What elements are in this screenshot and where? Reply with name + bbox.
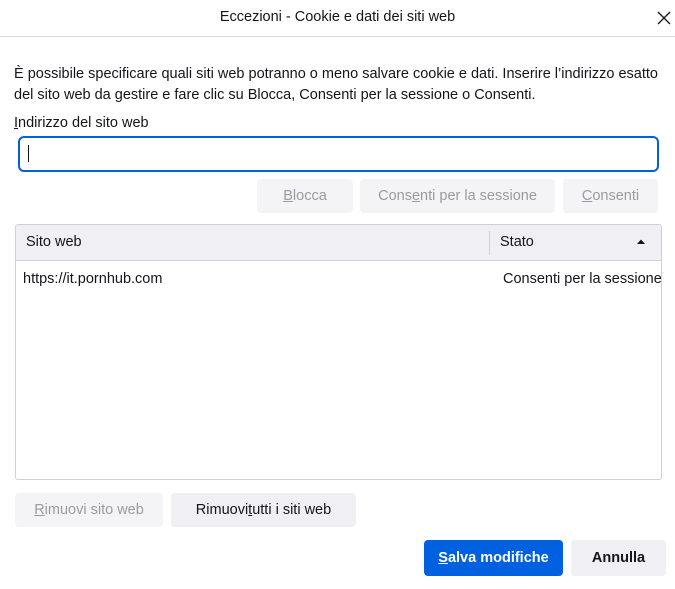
table-header: Sito web Stato	[16, 225, 661, 261]
save-changes-button[interactable]: Salva modifiche	[424, 540, 563, 576]
column-header-site[interactable]: Sito web	[26, 234, 82, 250]
column-divider[interactable]	[489, 231, 490, 255]
block-button[interactable]: Blocca	[257, 179, 353, 213]
close-icon	[657, 11, 671, 25]
site-address-input[interactable]	[18, 136, 659, 172]
row-status: Consenti per la sessione	[503, 271, 662, 287]
allow-button[interactable]: Consenti	[563, 179, 658, 213]
table-row[interactable]: https://it.pornhub.com Consenti per la s…	[16, 265, 661, 293]
sort-ascending-icon[interactable]	[636, 238, 646, 245]
remove-site-button[interactable]: Rimuovi sito web	[15, 493, 163, 527]
address-label: Indirizzo del sito web	[14, 115, 149, 131]
close-button[interactable]	[650, 4, 675, 32]
allow-session-button[interactable]: Cons e nti per la sessione	[360, 179, 555, 213]
remove-all-sites-button[interactable]: Rimuovi t utti i siti web	[171, 493, 356, 527]
exceptions-table: Sito web Stato https://it.pornhub.com Co…	[15, 224, 662, 480]
column-header-status[interactable]: Stato	[500, 234, 534, 250]
dialog-title: Eccezioni - Cookie e dati dei siti web	[219, 9, 456, 25]
dialog-description: È possibile specificare quali siti web p…	[14, 66, 658, 103]
dialog-titlebar: Eccezioni - Cookie e dati dei siti web	[0, 0, 675, 37]
text-caret	[28, 145, 29, 162]
cancel-button[interactable]: Annulla	[571, 540, 666, 576]
row-site: https://it.pornhub.com	[23, 271, 163, 287]
